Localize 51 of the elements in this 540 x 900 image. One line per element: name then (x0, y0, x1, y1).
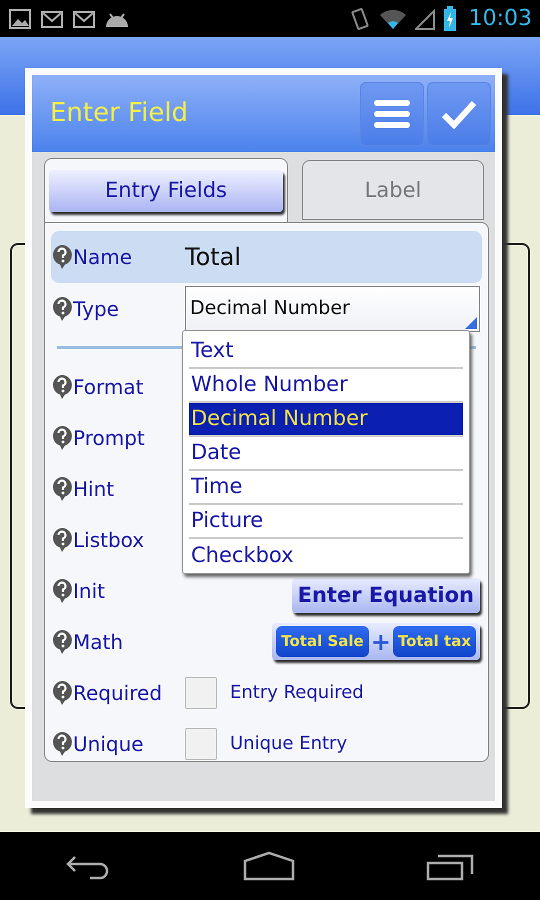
field-label: Hint (73, 476, 114, 502)
help-icon[interactable] (51, 476, 73, 502)
battery-icon (442, 6, 457, 32)
field-label: Type (73, 296, 119, 322)
dropdown-option[interactable]: Checkbox (189, 539, 463, 573)
help-icon[interactable] (51, 526, 73, 552)
wifi-icon (378, 8, 407, 30)
enter-equation-button[interactable]: Enter Equation (292, 578, 480, 613)
tab[interactable]: Label (302, 160, 484, 220)
field-label: Unique (73, 730, 144, 758)
menu-button[interactable] (360, 82, 424, 146)
help-icon[interactable] (51, 680, 73, 706)
home-icon[interactable] (242, 851, 296, 881)
checkbox[interactable] (185, 728, 217, 760)
field-label: Name (73, 244, 132, 271)
operand-button[interactable]: Total tax (392, 626, 476, 657)
operand-button[interactable]: Total Sale (276, 626, 369, 657)
check-icon (441, 98, 477, 128)
help-icon[interactable] (51, 578, 73, 604)
field-label: Init (73, 578, 105, 604)
checkbox-caption: Entry Required (230, 681, 364, 705)
dropdown-option[interactable]: Decimal Number (189, 403, 463, 437)
checkbox[interactable] (185, 676, 217, 708)
field-label: Listbox (73, 526, 144, 554)
dialog-title: Enter Field (50, 97, 190, 130)
field-label: Math (73, 628, 124, 656)
help-icon[interactable] (51, 424, 73, 450)
type-select[interactable]: Decimal Number (185, 286, 480, 332)
help-icon[interactable] (51, 244, 73, 270)
name-value: Total (185, 242, 242, 273)
dropdown-option[interactable]: Picture (189, 505, 463, 539)
field-label: Prompt (73, 424, 145, 452)
checkbox-caption: Unique Entry (230, 732, 348, 756)
field-label: Format (73, 374, 144, 400)
tab[interactable]: Entry Fields (44, 158, 288, 222)
vibrate-icon (348, 6, 371, 30)
dropdown-option[interactable]: Date (189, 437, 463, 471)
signal-icon (414, 8, 435, 30)
confirm-button[interactable] (427, 82, 491, 146)
help-icon[interactable] (51, 730, 73, 756)
picture-icon (8, 6, 32, 30)
dropdown-option[interactable]: Time (189, 471, 463, 505)
operator: + (370, 630, 391, 654)
help-icon[interactable] (51, 296, 73, 322)
help-icon[interactable] (51, 374, 73, 400)
menu-icon (373, 98, 411, 130)
help-icon[interactable] (51, 628, 73, 654)
dropdown-option[interactable]: Text (189, 335, 463, 369)
dropdown-arrow-icon (465, 316, 477, 328)
field-label: Required (73, 680, 162, 706)
clock-time: 10:03 (468, 5, 532, 33)
